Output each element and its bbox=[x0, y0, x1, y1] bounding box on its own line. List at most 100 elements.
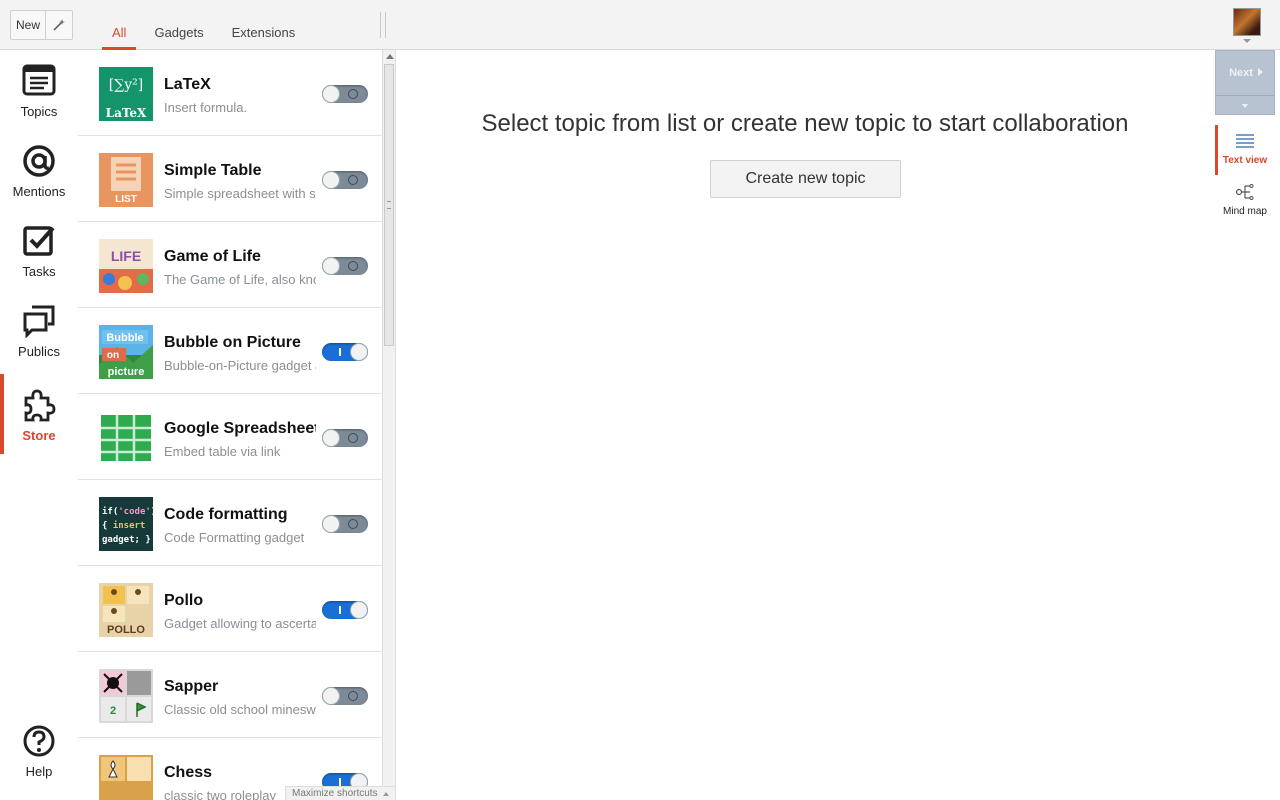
play-arrow-icon bbox=[1257, 68, 1263, 76]
nav-label: Publics bbox=[18, 344, 60, 359]
install-toggle[interactable] bbox=[322, 429, 368, 447]
item-description: Insert formula. bbox=[164, 100, 248, 115]
svg-text:LIST: LIST bbox=[115, 194, 137, 205]
item-name: Chess bbox=[164, 764, 213, 781]
sapper-thumbnail: 2 bbox=[99, 669, 153, 723]
svg-text:{ insert: { insert bbox=[102, 520, 145, 531]
item-name: Code formatting bbox=[164, 506, 288, 523]
install-toggle[interactable] bbox=[322, 515, 368, 533]
nav-topics[interactable]: Topics bbox=[0, 50, 78, 126]
svg-text:LIFE: LIFE bbox=[111, 248, 141, 264]
text-view-icon bbox=[1236, 134, 1254, 148]
google-spreadsheet-thumbnail bbox=[99, 411, 153, 465]
store-tabs: All Gadgets Extensions bbox=[102, 0, 313, 50]
svg-text:2: 2 bbox=[110, 705, 116, 717]
store-item-game-of-life[interactable]: LIFE Game of Life The Game of Life, also… bbox=[78, 222, 382, 308]
install-toggle[interactable] bbox=[322, 601, 368, 619]
item-description: The Game of Life, also kno bbox=[164, 272, 316, 287]
magic-wand-button[interactable] bbox=[45, 10, 73, 40]
mind-map-button[interactable]: Mind map bbox=[1215, 176, 1275, 224]
top-bar: New All Gadgets Extensions bbox=[0, 0, 1280, 50]
mind-map-icon bbox=[1235, 184, 1254, 200]
item-name: Bubble on Picture bbox=[164, 334, 301, 351]
svg-text:[∑y²]: [∑y²] bbox=[109, 77, 143, 93]
store-scrollbar[interactable] bbox=[382, 50, 396, 800]
item-name: Simple Table bbox=[164, 162, 262, 179]
chevron-down-icon[interactable] bbox=[1242, 104, 1248, 108]
nav-label: Store bbox=[22, 428, 56, 443]
item-description: Gadget allowing to ascerta bbox=[164, 616, 316, 631]
svg-text:picture: picture bbox=[108, 366, 145, 378]
chevron-up-icon bbox=[382, 791, 389, 796]
new-button[interactable]: New bbox=[10, 10, 46, 40]
scrollbar-thumb[interactable] bbox=[384, 64, 394, 346]
item-name: Pollo bbox=[164, 592, 204, 609]
panel-resize-handle[interactable] bbox=[380, 12, 386, 38]
install-toggle[interactable] bbox=[322, 171, 368, 189]
install-toggle[interactable] bbox=[322, 85, 368, 103]
item-description: Code Formatting gadget bbox=[164, 530, 305, 545]
install-toggle[interactable] bbox=[322, 343, 368, 361]
code-formatting-thumbnail: if('code') { insert gadget; } bbox=[99, 497, 153, 551]
store-item-sapper[interactable]: 2 Sapper Classic old school minesw bbox=[78, 652, 382, 738]
maximize-shortcuts-button[interactable]: Maximize shortcuts bbox=[285, 786, 396, 800]
tab-gadgets[interactable]: Gadgets bbox=[144, 0, 213, 50]
item-description: Embed table via link bbox=[164, 444, 281, 459]
topics-icon bbox=[22, 64, 56, 96]
tab-all[interactable]: All bbox=[102, 0, 137, 50]
nav-store[interactable]: Store bbox=[0, 374, 78, 454]
item-description: Simple spreadsheet with s bbox=[164, 186, 316, 201]
maximize-label: Maximize shortcuts bbox=[292, 788, 378, 799]
left-navigation: Topics Mentions Tasks Publics Store Help bbox=[0, 50, 78, 800]
next-button[interactable]: Next bbox=[1215, 50, 1275, 115]
store-item-simple-table[interactable]: LIST Simple Table Simple spreadsheet wit… bbox=[78, 136, 382, 222]
nav-label: Mentions bbox=[12, 184, 66, 199]
grip-icon bbox=[387, 201, 391, 209]
store-item-pollo[interactable]: POLLO Pollo Gadget allowing to ascerta bbox=[78, 566, 382, 652]
svg-text:on: on bbox=[107, 350, 119, 361]
checkbox-icon bbox=[23, 226, 55, 256]
item-name: Game of Life bbox=[164, 248, 261, 265]
scroll-up-arrow-icon[interactable] bbox=[386, 54, 394, 59]
store-list: [∑y²] LaTeX LaTeX Insert formula. LIST S… bbox=[78, 50, 382, 800]
magic-wand-icon bbox=[53, 19, 65, 31]
item-name: Google Spreadsheet bbox=[164, 420, 316, 437]
svg-text:gadget; }: gadget; } bbox=[102, 535, 151, 545]
nav-label: Topics bbox=[20, 104, 58, 119]
install-toggle[interactable] bbox=[322, 687, 368, 705]
svg-text:LaTeX: LaTeX bbox=[106, 106, 147, 120]
chevron-down-icon[interactable] bbox=[1243, 39, 1251, 43]
svg-text:POLLO: POLLO bbox=[107, 624, 145, 636]
svg-text:Bubble: Bubble bbox=[106, 332, 143, 344]
text-view-button[interactable]: Text view bbox=[1215, 125, 1275, 175]
store-item-google-spreadsheet[interactable]: Google Spreadsheet Embed table via link bbox=[78, 394, 382, 480]
svg-text:if('code'): if('code') bbox=[102, 506, 153, 517]
nav-publics[interactable]: Publics bbox=[0, 290, 78, 366]
item-description: Bubble-on-Picture gadget a bbox=[164, 358, 316, 373]
store-item-bubble-on-picture[interactable]: Bubble on picture Bubble on Picture Bubb… bbox=[78, 308, 382, 394]
bubble-on-picture-thumbnail: Bubble on picture bbox=[99, 325, 153, 379]
item-name: LaTeX bbox=[164, 76, 211, 93]
create-new-topic-button[interactable]: Create new topic bbox=[710, 160, 901, 198]
chat-bubbles-icon bbox=[23, 305, 55, 338]
item-name: Sapper bbox=[164, 678, 219, 695]
store-item-code-formatting[interactable]: if('code') { insert gadget; } Code forma… bbox=[78, 480, 382, 566]
avatar[interactable] bbox=[1233, 8, 1261, 36]
nav-tasks[interactable]: Tasks bbox=[0, 210, 78, 286]
help-icon bbox=[23, 725, 55, 757]
main-content: Select topic from list or create new top… bbox=[396, 50, 1214, 800]
latex-thumbnail: [∑y²] LaTeX bbox=[99, 67, 153, 121]
nav-help[interactable]: Help bbox=[0, 710, 78, 786]
divider bbox=[1216, 95, 1274, 96]
next-label: Next bbox=[1216, 67, 1276, 79]
item-description: Classic old school minesw bbox=[164, 702, 316, 717]
view-label: Mind map bbox=[1223, 206, 1267, 217]
tab-extensions[interactable]: Extensions bbox=[222, 0, 306, 50]
store-item-latex[interactable]: [∑y²] LaTeX LaTeX Insert formula. bbox=[78, 50, 382, 136]
install-toggle[interactable] bbox=[322, 257, 368, 275]
nav-label: Help bbox=[25, 764, 53, 779]
empty-state-message: Select topic from list or create new top… bbox=[481, 110, 1129, 137]
pollo-thumbnail: POLLO bbox=[99, 583, 153, 637]
nav-mentions[interactable]: Mentions bbox=[0, 130, 78, 206]
puzzle-piece-icon bbox=[24, 389, 56, 422]
